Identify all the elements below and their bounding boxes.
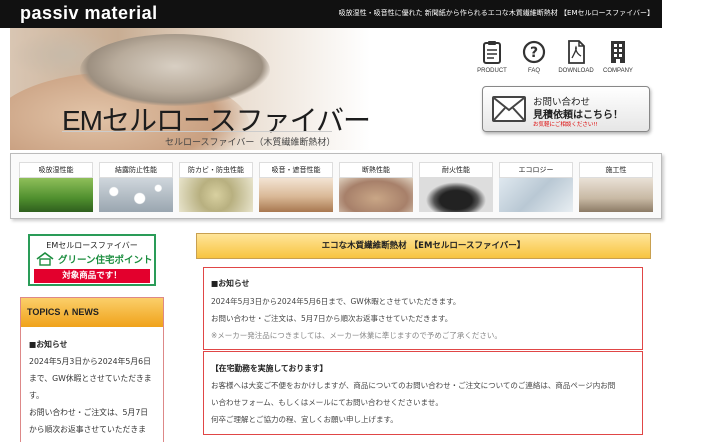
topics-line: まで、GW休暇とさせていただきま xyxy=(29,374,152,383)
category-label: 施工性 xyxy=(579,162,653,178)
topics-heading: ■お知らせ xyxy=(29,340,68,349)
room-image xyxy=(259,178,333,212)
contact-line3: お気軽にご相談ください!! xyxy=(533,122,598,128)
nav-faq-label: FAQ xyxy=(527,68,540,74)
install-image xyxy=(579,178,653,212)
remote-work-line: い合わせフォーム、もしくはメールにてお問い合わせくださいませ。 xyxy=(211,398,443,407)
notice-line: ※メーカー発注品につきましては、メーカー休業に準じますので予めご了承ください。 xyxy=(211,331,502,340)
fiber-image xyxy=(339,178,413,212)
category-label: 結露防止性能 xyxy=(99,162,173,178)
house-icon xyxy=(36,252,54,266)
cellulose-fiber-image xyxy=(80,34,270,106)
site-logo[interactable]: passiv material xyxy=(20,3,158,24)
notice-title: ■お知らせ xyxy=(211,279,250,288)
remote-work-title: 【在宅勤務を実施しております】 xyxy=(211,364,328,373)
category-label: 断熱性能 xyxy=(339,162,413,178)
top-bar: passiv material 吸放湿性・吸音性に優れた 新聞紙から作られるエコ… xyxy=(0,0,662,28)
category-strip: 吸放湿性能 結露防止性能 防カビ・防虫性能 吸音・遮音性能 断熱性能 耐火性能 … xyxy=(10,153,662,219)
green-housing-badge[interactable]: EMセルロースファイバー グリーン住宅ポイント 対象商品です！ xyxy=(28,234,156,286)
main-heading: エコな木質繊維断熱材 【EMセルロースファイバー】 xyxy=(196,233,651,259)
svg-text:?: ? xyxy=(530,45,538,61)
notice-box: ■お知らせ 2024年5月3日から2024年5月6日まで、GW休暇とさせていただ… xyxy=(203,267,643,350)
topics-title: TOPICS ∧ NEWS xyxy=(21,298,163,327)
category-label: 吸放湿性能 xyxy=(19,162,93,178)
category-sound[interactable]: 吸音・遮音性能 xyxy=(259,162,333,212)
category-label: 耐火性能 xyxy=(419,162,493,178)
category-label: 吸音・遮音性能 xyxy=(259,162,333,178)
category-fireproof[interactable]: 耐火性能 xyxy=(419,162,493,212)
remote-work-box: 【在宅勤務を実施しております】 お客様へは大変ご不便をおかけしますが、商品につい… xyxy=(203,351,643,435)
category-absorb-humidity[interactable]: 吸放湿性能 xyxy=(19,162,93,212)
nav-download[interactable]: DOWNLOAD xyxy=(554,40,598,74)
mail-icon xyxy=(492,96,526,122)
category-ecology[interactable]: エコロジー xyxy=(499,162,573,212)
clipboard-icon xyxy=(483,41,501,64)
header-nav: PRODUCT ? FAQ DOWNLOAD COMPANY xyxy=(470,40,640,78)
burner-image xyxy=(419,178,493,212)
topics-body: ■お知らせ 2024年5月3日から2024年5月6日 まで、GW休暇とさせていた… xyxy=(29,336,159,438)
nav-product-label: PRODUCT xyxy=(477,68,507,74)
nav-company[interactable]: COMPANY xyxy=(596,40,640,74)
recycle-image xyxy=(499,178,573,212)
site-tagline: 吸放湿性・吸音性に優れた 新聞紙から作られるエコな木質繊維断熱材 【EMセルロー… xyxy=(338,9,654,17)
topics-line: 2024年5月3日から2024年5月6日 xyxy=(29,357,151,366)
pdf-icon xyxy=(568,40,585,64)
category-workability[interactable]: 施工性 xyxy=(579,162,653,212)
badge-line1: EMセルロースファイバー xyxy=(46,241,138,250)
badge-line2: グリーン住宅ポイント xyxy=(58,255,153,266)
topics-line: お問い合わせ・ご注文は、5月7日 xyxy=(29,408,149,417)
category-insulation[interactable]: 断熱性能 xyxy=(339,162,413,212)
hero-divider xyxy=(62,131,332,132)
nav-download-label: DOWNLOAD xyxy=(558,68,594,74)
remote-work-line: お客様へは大変ご不便をおかけしますが、商品についてのお問い合わせ・ご注文について… xyxy=(211,381,616,390)
topics-line: から順次お返事させていただきま xyxy=(29,425,146,434)
contact-line2: 見積依頼はこちら！ xyxy=(533,110,623,121)
forest-image xyxy=(19,178,93,212)
notice-line: 2024年5月3日から2024年5月6日まで、GW休暇とさせていただきます。 xyxy=(211,297,461,306)
category-label: エコロジー xyxy=(499,162,573,178)
remote-work-line: 何卒ご理解とご協力の程、宜しくお願い申し上げます。 xyxy=(211,415,398,424)
category-condensation[interactable]: 結露防止性能 xyxy=(99,162,173,212)
category-mold-insect[interactable]: 防カビ・防虫性能 xyxy=(179,162,253,212)
contact-button[interactable]: お問い合わせ 見積依頼はこちら！ お気軽にご相談ください!! xyxy=(482,86,650,132)
mold-image xyxy=(179,178,253,212)
badge-line3: 対象商品です！ xyxy=(34,269,150,283)
hero-subtitle: セルロースファイバー（木質繊維断熱材） xyxy=(165,138,336,148)
topics-news-panel: TOPICS ∧ NEWS ■お知らせ 2024年5月3日から2024年5月6日… xyxy=(20,297,164,442)
question-icon: ? xyxy=(522,40,546,64)
nav-company-label: COMPANY xyxy=(603,68,633,74)
notice-line: お問い合わせ・ご注文は、5月7日から順次お返事させていただきます。 xyxy=(211,314,453,323)
topics-line: す。 xyxy=(29,391,44,400)
building-icon xyxy=(611,41,625,63)
nav-product[interactable]: PRODUCT xyxy=(470,40,514,74)
droplets-image xyxy=(99,178,173,212)
nav-faq[interactable]: ? FAQ xyxy=(512,40,556,74)
hero-title: EMセルロースファイバー xyxy=(62,105,371,136)
category-label: 防カビ・防虫性能 xyxy=(179,162,253,178)
